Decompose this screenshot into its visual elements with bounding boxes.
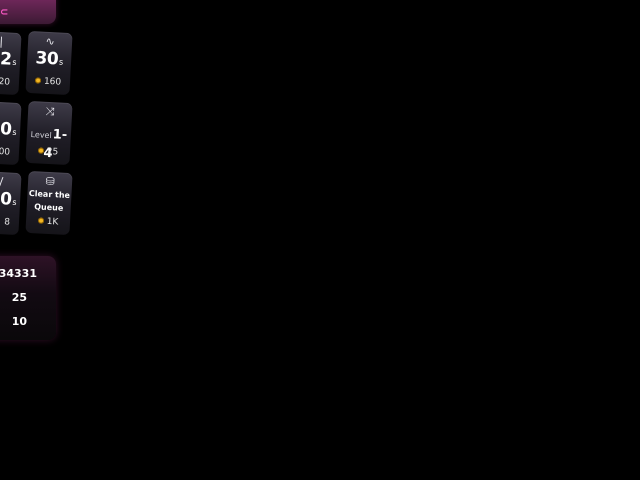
link-icon: ⊂ [0, 7, 8, 18]
powerup-cost: 20 [0, 77, 11, 88]
powerup-icon: | [0, 35, 4, 49]
powerup-unit: s [12, 127, 17, 137]
powerup-cost: 8 [3, 217, 11, 228]
powerup-unit: s [12, 197, 17, 207]
shuffle-icon: ⤨ [45, 104, 55, 119]
powerup-value: 2 [0, 49, 13, 70]
wave-icon: ∿ [45, 34, 56, 49]
coin-icon [37, 147, 44, 154]
score-panel: w2334331 25 10 [0, 256, 56, 340]
powerup-unit: s [58, 57, 63, 67]
score-value: 25 [11, 291, 27, 304]
powerup-card-clear-queue[interactable]: ⛁ Clear the Queue 1K [25, 170, 73, 236]
coin-icon [34, 77, 42, 84]
powerup-card-shuffle[interactable]: ⤨ Level1-4 25 [25, 100, 73, 166]
powerup-cost: 160 [26, 76, 70, 88]
powerup-value: 50 [0, 188, 13, 210]
powerup-value: 0 [0, 119, 13, 140]
powerup-card-wave[interactable]: ∿ 30s 160 [25, 30, 73, 96]
powerup-card-partial-1[interactable]: | 2s 20 [0, 30, 22, 96]
powerup-value: 30 [35, 48, 59, 70]
powerup-unit: s [12, 57, 17, 67]
top-header-tab[interactable]: ⊂ [0, 0, 56, 24]
powerup-label: Clear the Queue [28, 188, 71, 213]
powerup-cost: 1K [26, 216, 70, 228]
coin-icon [37, 217, 44, 224]
player-name: w2334331 [0, 267, 37, 280]
game-screen: ⊂ | 2s 20 ∿ 30s 160 0s 00 ⤨ Level1-4 25 … [0, 0, 640, 480]
powerup-card-partial-2[interactable]: 0s 00 [0, 100, 22, 166]
powerup-icon: / [0, 175, 4, 189]
score-value: 10 [11, 315, 27, 328]
powerup-card-partial-3[interactable]: / 50s 8 [0, 170, 22, 236]
level-word: Level [30, 130, 52, 141]
powerup-cost: 00 [0, 147, 11, 158]
